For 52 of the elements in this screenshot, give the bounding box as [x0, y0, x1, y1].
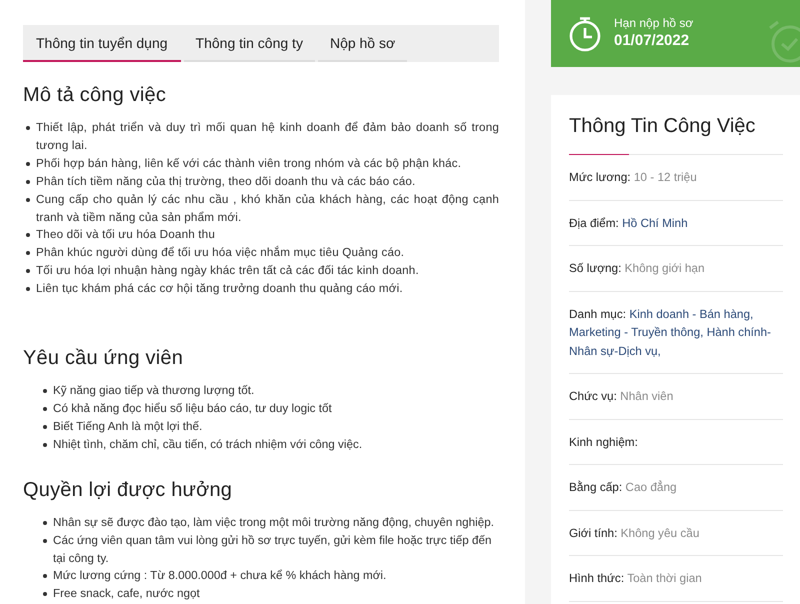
stopwatch-icon — [568, 16, 602, 52]
bullet-icon — [26, 269, 30, 274]
bullet-icon — [43, 389, 47, 394]
bullet-icon — [26, 287, 30, 292]
info-text: Danh mục: Kinh doanh - Bán hàng, Marketing - Truyền thông, Hành chính-Nhân sự-Dịch vụ, — [569, 306, 772, 360]
list-item-text: Mức lương cứng : Từ 8.000.000đ + chưa kể % khách hàng mới. — [53, 569, 386, 582]
list-item-text: Thiết lập, phát triển và duy trì mối quan hệ kinh doanh để đảm bảo doanh số trong tương lai. — [36, 121, 499, 152]
bullet-icon — [43, 424, 47, 429]
deadline-label: Hạn nộp hồ sơ — [614, 16, 694, 31]
list-item-text: Tối ưu hóa lợi nhuận hàng ngày khác trên tất cả các đối tác kinh doanh. — [36, 264, 419, 278]
bullet-icon — [26, 251, 30, 256]
bullet-icon — [43, 520, 47, 525]
bullet-icon — [43, 406, 47, 411]
list-item-text: Nhiệt tình, chăm chỉ, cầu tiến, có trách nhiệm với công việc. — [53, 438, 362, 451]
list-item-text: Free snack, cafe, nước ngọt — [53, 587, 200, 600]
bullet-icon — [26, 126, 30, 130]
list-item-text: Cung cấp cho quản lý các nhu cầu , khó khăn của khách hàng, các hoạt động cạnh tranh và tiềm năng của sản phẩm mới. — [36, 192, 499, 224]
list-item-text: Liên tục khám phá các cơ hội tăng trưởng doanh thu quảng cáo mới. — [36, 282, 403, 296]
info-text: Bằng cấp: Cao đẳng — [569, 479, 678, 496]
list-item-text: Kỹ năng giao tiếp và thương lượng tốt. — [53, 384, 254, 398]
bullet-icon — [26, 233, 30, 238]
section-heading: Yêu cầu ứng viên — [23, 346, 184, 370]
tab[interactable]: Thông tin công ty — [184, 25, 315, 62]
list-item-text: Có khả năng đọc hiểu số liệu báo cáo, tư duy logic tốt — [53, 402, 332, 415]
deadline-date: 01/07/2022 — [614, 31, 690, 51]
list-item-text: Theo dõi và tối ưu hóa Doanh thu — [36, 228, 215, 242]
bullet-icon — [43, 442, 47, 447]
info-text: Số lượng: Không giới hạn — [569, 260, 706, 277]
section-heading: Quyền lợi được hưởng — [23, 478, 234, 502]
tab[interactable]: Thông tin tuyển dụng — [23, 25, 181, 62]
list-item-text: Biết Tiếng Anh là một lợi thế. — [53, 420, 202, 433]
info-text: Chức vụ: Nhân viên — [569, 388, 674, 405]
section-heading: Mô tả công việc — [23, 83, 168, 107]
list-item-text: Các ứng viên quan tâm vui lòng gửi hồ sơ trực tuyến, gửi kèm file hoặc trực tiếp đến tại công ty. — [53, 534, 492, 564]
list-item-text: Phân khúc người dùng để tối ưu hóa việc nhắm mục tiêu Quảng cáo. — [36, 246, 404, 260]
info-text: Kinh nghiệm: — [569, 434, 639, 450]
tab[interactable]: Nộp hồ sơ — [318, 25, 408, 62]
bullet-icon — [43, 538, 47, 543]
info-text: Mức lương: 10 - 12 triệu — [569, 169, 698, 186]
bullet-icon — [43, 574, 47, 578]
card-title: Thông Tin Công Việc — [569, 114, 756, 139]
info-text: Hình thức: Toàn thời gian — [569, 570, 703, 587]
list-item-text: Phối hợp bán hàng, liên kế với các thành viên trong nhóm và các bộ phận khác. — [36, 156, 462, 170]
bullet-icon — [26, 162, 30, 166]
bullet-icon — [43, 592, 47, 596]
bullet-icon — [26, 198, 30, 202]
list-item-text: Nhân sự sẽ được đào tạo, làm việc trong một môi trường năng động, chuyên nghiệp. — [53, 516, 494, 529]
info-text: Địa điểm: Hồ Chí Minh — [569, 214, 689, 232]
bullet-icon — [26, 180, 30, 184]
list-item-text: Phân tích tiềm năng của thị trường, theo dõi doanh thu và các báo cáo. — [36, 174, 416, 188]
info-text: Giới tính: Không yêu cầu — [569, 524, 700, 542]
title-accent-line — [569, 154, 629, 155]
